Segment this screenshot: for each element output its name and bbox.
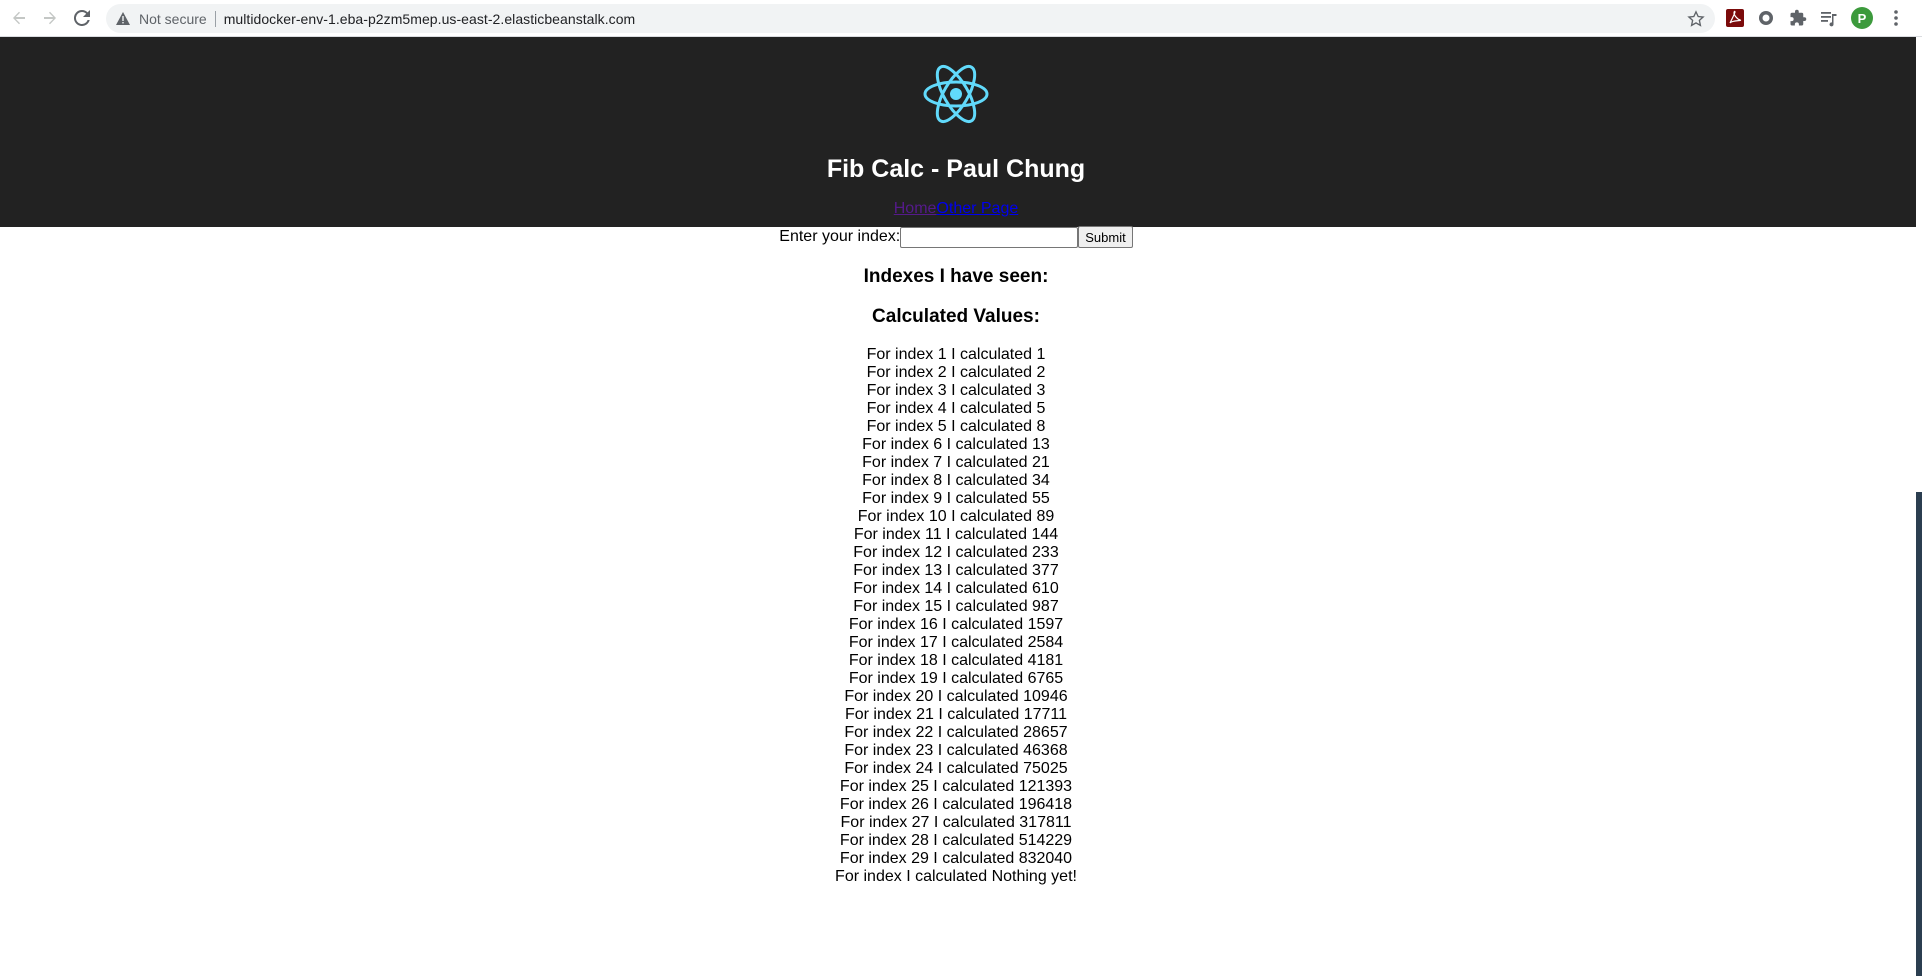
index-input[interactable] (900, 226, 1079, 248)
value-row: For index 8 I calculated 34 (862, 472, 1050, 489)
value-row: For index 1 I calculated 1 (866, 346, 1046, 363)
address-bar[interactable]: Not secure multidocker-env-1.eba-p2zm5me… (106, 4, 1715, 33)
home-link[interactable]: Home (894, 200, 937, 217)
value-row: For index 26 I calculated 196418 (839, 796, 1073, 813)
nav-links: HomeOther Page (0, 200, 1912, 218)
other-page-link[interactable]: Other Page (936, 200, 1018, 217)
value-row: For index 24 I calculated 75025 (844, 760, 1068, 777)
value-row: For index 19 I calculated 6765 (848, 670, 1064, 687)
value-row: For index 23 I calculated 46368 (844, 742, 1068, 759)
value-row: For index I calculated Nothing yet! (835, 868, 1077, 885)
value-row: For index 18 I calculated 4181 (848, 652, 1064, 669)
reload-icon[interactable] (70, 6, 94, 30)
indexes-seen-heading: Indexes I have seen: (863, 266, 1049, 287)
forward-icon[interactable] (38, 6, 62, 30)
url-text[interactable]: multidocker-env-1.eba-p2zm5mep.us-east-2… (224, 11, 636, 27)
react-logo-icon (923, 64, 989, 124)
index-form: Enter your index: Submit (0, 226, 1912, 248)
security-label: Not secure (139, 10, 207, 27)
value-row: For index 6 I calculated 13 (862, 436, 1050, 453)
profile-avatar[interactable]: P (1851, 7, 1873, 29)
value-row: For index 22 I calculated 28657 (844, 724, 1068, 741)
back-icon[interactable] (7, 6, 31, 30)
value-row: For index 7 I calculated 21 (862, 454, 1050, 471)
value-row: For index 13 I calculated 377 (853, 562, 1059, 579)
value-row: For index 14 I calculated 610 (853, 580, 1059, 597)
value-row: For index 29 I calculated 832040 (839, 850, 1073, 867)
extensions-puzzle-icon[interactable] (1788, 8, 1808, 28)
value-row: For index 21 I calculated 17711 (844, 706, 1068, 723)
submit-button[interactable]: Submit (1078, 226, 1133, 248)
reading-list-icon[interactable] (1819, 8, 1839, 28)
extension-circle-icon[interactable] (1756, 8, 1776, 28)
warning-icon (115, 11, 131, 27)
value-row: For index 9 I calculated 55 (862, 490, 1050, 507)
value-row: For index 11 I calculated 144 (853, 526, 1059, 543)
index-label: Enter your index: (779, 228, 901, 246)
bookmark-star-icon[interactable] (1687, 10, 1705, 28)
value-row: For index 15 I calculated 987 (853, 598, 1059, 615)
value-row: For index 16 I calculated 1597 (848, 616, 1064, 633)
pdf-extension-icon[interactable] (1725, 8, 1745, 28)
page-title: Fib Calc - Paul Chung (826, 155, 1086, 183)
value-row: For index 10 I calculated 89 (857, 508, 1055, 525)
value-row: For index 5 I calculated 8 (866, 418, 1046, 435)
value-row: For index 2 I calculated 2 (866, 364, 1046, 381)
value-row: For index 17 I calculated 2584 (848, 634, 1064, 651)
value-row: For index 12 I calculated 233 (853, 544, 1059, 561)
value-row: For index 20 I calculated 10946 (844, 688, 1068, 705)
calculated-values-list: For index 1 I calculated 1 For index 2 I… (0, 346, 1912, 886)
value-row: For index 28 I calculated 514229 (839, 832, 1073, 849)
calculated-values-heading: Calculated Values: (872, 306, 1040, 327)
value-row: For index 27 I calculated 317811 (840, 814, 1072, 831)
omnibox-divider (214, 10, 216, 27)
value-row: For index 3 I calculated 3 (866, 382, 1046, 399)
value-row: For index 25 I calculated 121393 (839, 778, 1073, 795)
page-scrollbar[interactable] (1916, 492, 1922, 976)
browser-toolbar: Not secure multidocker-env-1.eba-p2zm5me… (0, 0, 1922, 37)
value-row: For index 4 I calculated 5 (866, 400, 1046, 417)
browser-menu-icon[interactable] (1886, 7, 1906, 29)
